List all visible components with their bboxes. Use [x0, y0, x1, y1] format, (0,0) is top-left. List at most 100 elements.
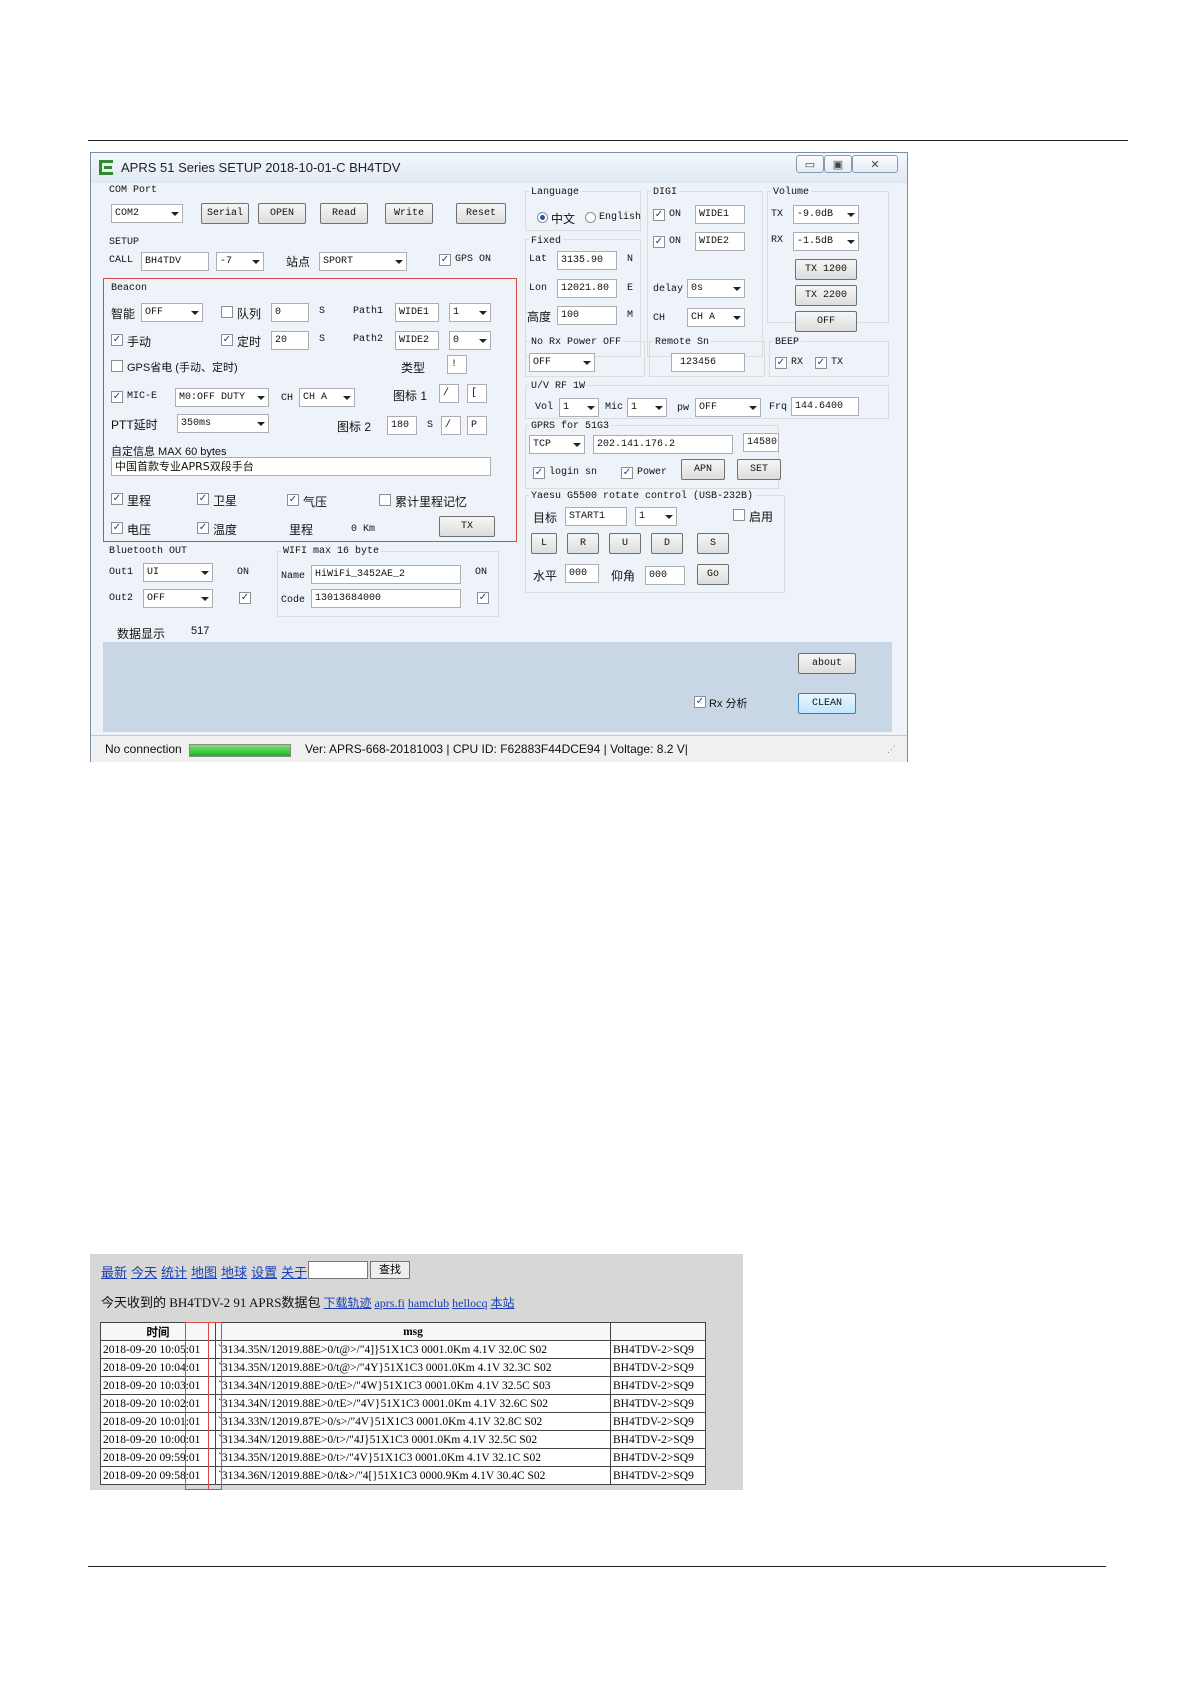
com-port-select[interactable]: COM2: [111, 204, 183, 223]
read-button[interactable]: Read: [320, 203, 368, 224]
open-button[interactable]: OPEN: [258, 203, 306, 224]
gprs-power-checkbox[interactable]: ✓: [621, 467, 633, 479]
volume-rx-select[interactable]: -1.5dB: [793, 232, 859, 251]
manual-checkbox[interactable]: ✓: [111, 334, 123, 346]
icon1-a-input[interactable]: /: [439, 384, 459, 403]
lon-input[interactable]: 12021.80: [557, 279, 617, 298]
close-button[interactable]: ✕: [852, 155, 898, 173]
path1-input[interactable]: WIDE1: [395, 303, 439, 322]
digi-wide1-input[interactable]: WIDE1: [695, 205, 745, 224]
this-site-link[interactable]: 本站: [490, 1296, 514, 1310]
timed-checkbox[interactable]: ✓: [221, 334, 233, 346]
digi-ch-select[interactable]: CH A: [687, 308, 745, 327]
digi-delay-select[interactable]: 0s: [687, 279, 745, 298]
type-input[interactable]: !: [447, 355, 467, 374]
no-rx-select[interactable]: OFF: [529, 353, 595, 372]
nav-today-link[interactable]: 今天: [131, 1265, 157, 1280]
gps-on-checkbox[interactable]: ✓: [439, 254, 451, 266]
aprs-fi-link[interactable]: aprs.fi: [374, 1296, 404, 1310]
rotate-stop-button[interactable]: S: [697, 533, 729, 554]
mic-e-select[interactable]: M0:OFF DUTY: [175, 388, 269, 407]
temperature-checkbox[interactable]: ✓: [197, 522, 209, 534]
reset-button[interactable]: Reset: [456, 203, 506, 224]
station-select[interactable]: SPORT: [319, 252, 407, 271]
uv-frq-input[interactable]: 144.6400: [791, 397, 859, 416]
digi-on1-checkbox[interactable]: ✓: [653, 209, 665, 221]
path2-n-select[interactable]: 0: [449, 331, 491, 350]
callsign-input[interactable]: BH4TDV: [141, 252, 209, 271]
icon2-value-input[interactable]: 180: [387, 416, 417, 435]
smart-select[interactable]: OFF: [141, 303, 203, 322]
lang-en-radio[interactable]: [585, 212, 596, 223]
pressure-checkbox[interactable]: ✓: [287, 494, 299, 506]
gprs-port-input[interactable]: 14580: [743, 433, 779, 452]
rotate-up-button[interactable]: U: [609, 533, 641, 554]
path1-n-select[interactable]: 1: [449, 303, 491, 322]
nav-about-link[interactable]: 关于: [281, 1265, 307, 1280]
hellocq-link[interactable]: hellocq: [452, 1296, 487, 1310]
elevation-input[interactable]: 000: [645, 566, 685, 585]
ptt-select[interactable]: 350ms: [177, 414, 269, 433]
minimize-button[interactable]: ▭: [796, 155, 824, 173]
rotate-left-button[interactable]: L: [531, 533, 557, 554]
custom-info-input[interactable]: 中国首款专业APRS双段手台: [111, 457, 491, 476]
tx-2200-button[interactable]: TX 2200: [795, 285, 857, 306]
timed-input[interactable]: 20: [271, 331, 309, 350]
mileage-memory-checkbox[interactable]: [379, 494, 391, 506]
out2-checkbox[interactable]: ✓: [239, 592, 251, 604]
nav-stats-link[interactable]: 统计: [161, 1265, 187, 1280]
voltage-checkbox[interactable]: ✓: [111, 522, 123, 534]
nav-settings-link[interactable]: 设置: [251, 1265, 277, 1280]
beep-tx-checkbox[interactable]: ✓: [815, 357, 827, 369]
web-search-button[interactable]: 查找: [370, 1261, 410, 1279]
volume-off-button[interactable]: OFF: [795, 311, 857, 332]
tx-1200-button[interactable]: TX 1200: [795, 259, 857, 280]
hamclub-link[interactable]: hamclub: [408, 1296, 449, 1310]
satellite-checkbox[interactable]: ✓: [197, 493, 209, 505]
yaesu-target-n-select[interactable]: 1: [635, 507, 677, 526]
gprs-proto-select[interactable]: TCP: [529, 435, 585, 454]
rotate-right-button[interactable]: R: [567, 533, 599, 554]
clean-button[interactable]: CLEAN: [798, 693, 856, 714]
out1-select[interactable]: UI: [143, 563, 213, 582]
go-button[interactable]: Go: [697, 564, 729, 585]
wifi-code-checkbox[interactable]: ✓: [477, 592, 489, 604]
icon2-b-input[interactable]: P: [467, 416, 487, 435]
lat-input[interactable]: 3135.90: [557, 251, 617, 270]
yaesu-enable-checkbox[interactable]: [733, 509, 745, 521]
queue-checkbox[interactable]: [221, 306, 233, 318]
gprs-ip-input[interactable]: 202.141.176.2: [593, 435, 733, 454]
wifi-name-input[interactable]: HiWiFi_3452AE_2: [311, 565, 461, 584]
uv-vol-select[interactable]: 1: [559, 398, 599, 417]
mic-e-checkbox[interactable]: ✓: [111, 391, 123, 403]
mic-e-ch-select[interactable]: CH A: [299, 388, 355, 407]
uv-mic-select[interactable]: 1: [627, 398, 667, 417]
write-button[interactable]: Write: [385, 203, 433, 224]
apn-button[interactable]: APN: [681, 459, 725, 480]
out2-select[interactable]: OFF: [143, 589, 213, 608]
beep-rx-checkbox[interactable]: ✓: [775, 357, 787, 369]
nav-map-link[interactable]: 地图: [191, 1265, 217, 1280]
maximize-button[interactable]: ▣: [824, 155, 852, 173]
login-sn-checkbox[interactable]: ✓: [533, 467, 545, 479]
icon2-a-input[interactable]: /: [441, 416, 461, 435]
lang-zh-radio[interactable]: [537, 212, 548, 223]
horizontal-input[interactable]: 000: [565, 564, 599, 583]
digi-wide2-input[interactable]: WIDE2: [695, 232, 745, 251]
about-button[interactable]: about: [798, 653, 856, 674]
mileage-checkbox[interactable]: ✓: [111, 493, 123, 505]
gps-save-checkbox[interactable]: [111, 360, 123, 372]
web-search-input[interactable]: [308, 1261, 368, 1279]
remote-sn-input[interactable]: 123456: [671, 353, 745, 372]
uv-pw-select[interactable]: OFF: [695, 398, 761, 417]
rotate-down-button[interactable]: D: [651, 533, 683, 554]
beacon-tx-button[interactable]: TX: [439, 516, 495, 537]
yaesu-target-input[interactable]: START1: [565, 507, 627, 526]
queue-input[interactable]: 0: [271, 303, 309, 322]
download-track-link[interactable]: 下载轨迹: [323, 1296, 371, 1310]
digi-on2-checkbox[interactable]: ✓: [653, 236, 665, 248]
nav-latest-link[interactable]: 最新: [101, 1265, 127, 1280]
icon1-b-input[interactable]: [: [467, 384, 487, 403]
set-button[interactable]: SET: [737, 459, 781, 480]
rx-analysis-checkbox[interactable]: ✓: [694, 696, 706, 708]
